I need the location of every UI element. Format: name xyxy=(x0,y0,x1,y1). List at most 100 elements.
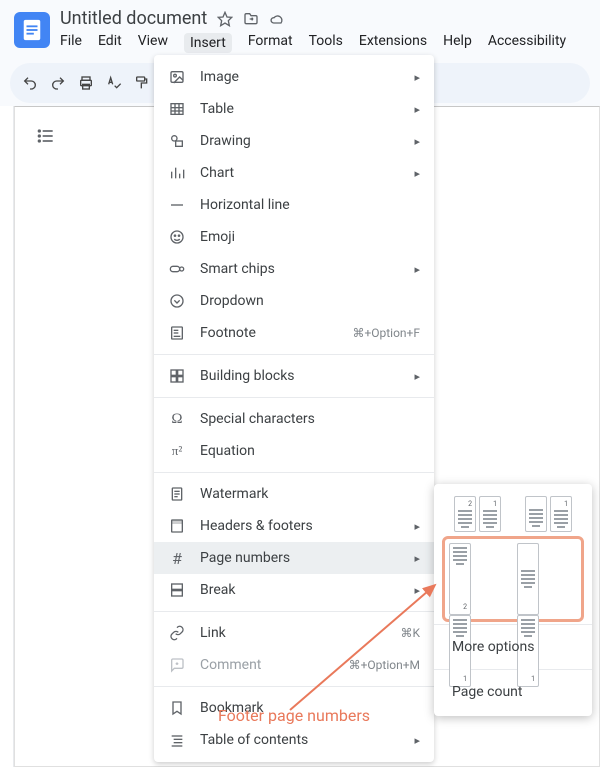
submenu-arrow-icon: ▸ xyxy=(414,520,420,533)
menu-item-label: Comment xyxy=(200,657,335,673)
menu-item-label: Page numbers xyxy=(200,550,400,566)
docs-logo[interactable] xyxy=(14,12,50,48)
dropdown-icon xyxy=(168,292,186,310)
annotation-label: Footer page numbers xyxy=(218,706,370,725)
menu-item-emoji[interactable]: Emoji xyxy=(154,221,434,253)
hr-icon xyxy=(168,196,186,214)
drawing-icon xyxy=(168,132,186,150)
menu-item-label: Table xyxy=(200,101,400,117)
document-title[interactable]: Untitled document xyxy=(60,8,207,29)
vertical-ruler xyxy=(0,106,14,767)
menu-item-label: Footnote xyxy=(200,325,338,341)
menu-item-dropdown[interactable]: Dropdown xyxy=(154,285,434,317)
menu-item-label: Equation xyxy=(200,443,420,459)
submenu-arrow-icon: ▸ xyxy=(414,167,420,180)
emoji-icon xyxy=(168,228,186,246)
print-icon[interactable] xyxy=(78,75,94,91)
menu-accessibility[interactable]: Accessibility xyxy=(488,33,566,53)
comment-icon xyxy=(168,656,186,674)
link-icon xyxy=(168,624,186,642)
submenu-arrow-icon: ▸ xyxy=(414,135,420,148)
hash-icon: # xyxy=(168,549,186,567)
pagenum-footer-skip-first-option[interactable]: 1 xyxy=(517,543,577,615)
menu-item-label: Drawing xyxy=(200,133,400,149)
menu-format[interactable]: Format xyxy=(248,33,293,53)
menu-shortcut: ⌘+Option+M xyxy=(349,658,420,672)
menu-item-label: Table of contents xyxy=(200,732,400,748)
menu-item-label: Break xyxy=(200,582,400,598)
menu-item-label: Dropdown xyxy=(200,293,420,309)
app-header: Untitled document File Edit View Insert … xyxy=(0,0,600,53)
submenu-arrow-icon: ▸ xyxy=(414,370,420,383)
menu-item-label: Watermark xyxy=(200,486,420,502)
menu-item-label: Headers & footers xyxy=(200,518,400,534)
menu-file[interactable]: File xyxy=(60,33,82,53)
bookmark-icon xyxy=(168,699,186,717)
menu-item-table-of-contents[interactable]: Table of contents ▸ xyxy=(154,724,434,756)
menu-item-special-characters[interactable]: Ω Special characters xyxy=(154,403,434,435)
menu-item-label: Horizontal line xyxy=(200,197,420,213)
menu-help[interactable]: Help xyxy=(443,33,472,53)
chart-icon xyxy=(168,164,186,182)
move-icon[interactable] xyxy=(243,11,259,27)
menu-item-image[interactable]: Image ▸ xyxy=(154,61,434,93)
pagenum-header-skip-first-option[interactable]: 1 xyxy=(517,496,580,532)
menu-item-label: Chart xyxy=(200,165,400,181)
menu-item-label: Link xyxy=(200,625,386,641)
table-icon xyxy=(168,100,186,118)
page-numbers-submenu: 2 1 1 2 1 1 More options Page count xyxy=(434,484,592,716)
image-icon xyxy=(168,68,186,86)
menu-item-page-numbers[interactable]: # Page numbers ▸ xyxy=(154,542,434,574)
menu-item-drawing[interactable]: Drawing ▸ xyxy=(154,125,434,157)
chips-icon xyxy=(168,260,186,278)
star-icon[interactable] xyxy=(217,11,233,27)
menu-item-label: Emoji xyxy=(200,229,420,245)
pagenum-footer-right-option[interactable]: 2 1 xyxy=(449,543,509,615)
submenu-arrow-icon: ▸ xyxy=(414,71,420,84)
outline-toggle-icon[interactable] xyxy=(36,126,56,150)
watermark-icon xyxy=(168,485,186,503)
menu-shortcut: ⌘+Option+F xyxy=(352,326,420,340)
pi-icon: π² xyxy=(168,442,186,460)
menu-item-label: Image xyxy=(200,69,400,85)
spellcheck-icon[interactable] xyxy=(106,75,122,91)
break-icon xyxy=(168,581,186,599)
submenu-arrow-icon: ▸ xyxy=(414,103,420,116)
cloud-icon[interactable] xyxy=(269,11,285,27)
menu-insert[interactable]: Insert xyxy=(184,33,232,53)
menu-tools[interactable]: Tools xyxy=(309,33,343,53)
menu-view[interactable]: View xyxy=(138,33,168,53)
menu-item-label: Building blocks xyxy=(200,368,400,384)
menu-item-smart-chips[interactable]: Smart chips ▸ xyxy=(154,253,434,285)
submenu-arrow-icon: ▸ xyxy=(414,552,420,565)
menu-item-chart[interactable]: Chart ▸ xyxy=(154,157,434,189)
menu-edit[interactable]: Edit xyxy=(98,33,122,53)
pagenum-header-right-option[interactable]: 2 1 xyxy=(446,496,509,532)
footer-options-highlight: 2 1 1 xyxy=(442,536,584,622)
headers-icon xyxy=(168,517,186,535)
menu-item-link[interactable]: Link ⌘K xyxy=(154,617,434,649)
menu-item-label: Smart chips xyxy=(200,261,400,277)
menu-item-break[interactable]: Break▸ xyxy=(154,574,434,606)
omega-icon: Ω xyxy=(168,410,186,428)
insert-menu: Image ▸ Table ▸ Drawing ▸ Chart ▸ Horizontal lin… xyxy=(154,55,434,762)
menu-item-footnote[interactable]: Footnote ⌘+Option+F xyxy=(154,317,434,349)
menu-item-comment: Comment ⌘+Option+M xyxy=(154,649,434,681)
menu-item-table[interactable]: Table ▸ xyxy=(154,93,434,125)
toc-icon xyxy=(168,731,186,749)
submenu-arrow-icon: ▸ xyxy=(414,734,420,747)
submenu-arrow-icon: ▸ xyxy=(414,263,420,276)
menu-item-watermark[interactable]: Watermark xyxy=(154,478,434,510)
paint-format-icon[interactable] xyxy=(134,75,150,91)
menu-item-label: Special characters xyxy=(200,411,420,427)
menu-item-horizontal-line[interactable]: Horizontal line xyxy=(154,189,434,221)
redo-icon[interactable] xyxy=(50,75,66,91)
menubar: File Edit View Insert Format Tools Exten… xyxy=(60,33,566,53)
menu-item-headers-footers[interactable]: Headers & footers ▸ xyxy=(154,510,434,542)
undo-icon[interactable] xyxy=(22,75,38,91)
footnote-icon xyxy=(168,324,186,342)
menu-item-building-blocks[interactable]: Building blocks ▸ xyxy=(154,360,434,392)
menu-item-equation[interactable]: π² Equation xyxy=(154,435,434,467)
menu-shortcut: ⌘K xyxy=(400,626,420,640)
menu-extensions[interactable]: Extensions xyxy=(359,33,427,53)
